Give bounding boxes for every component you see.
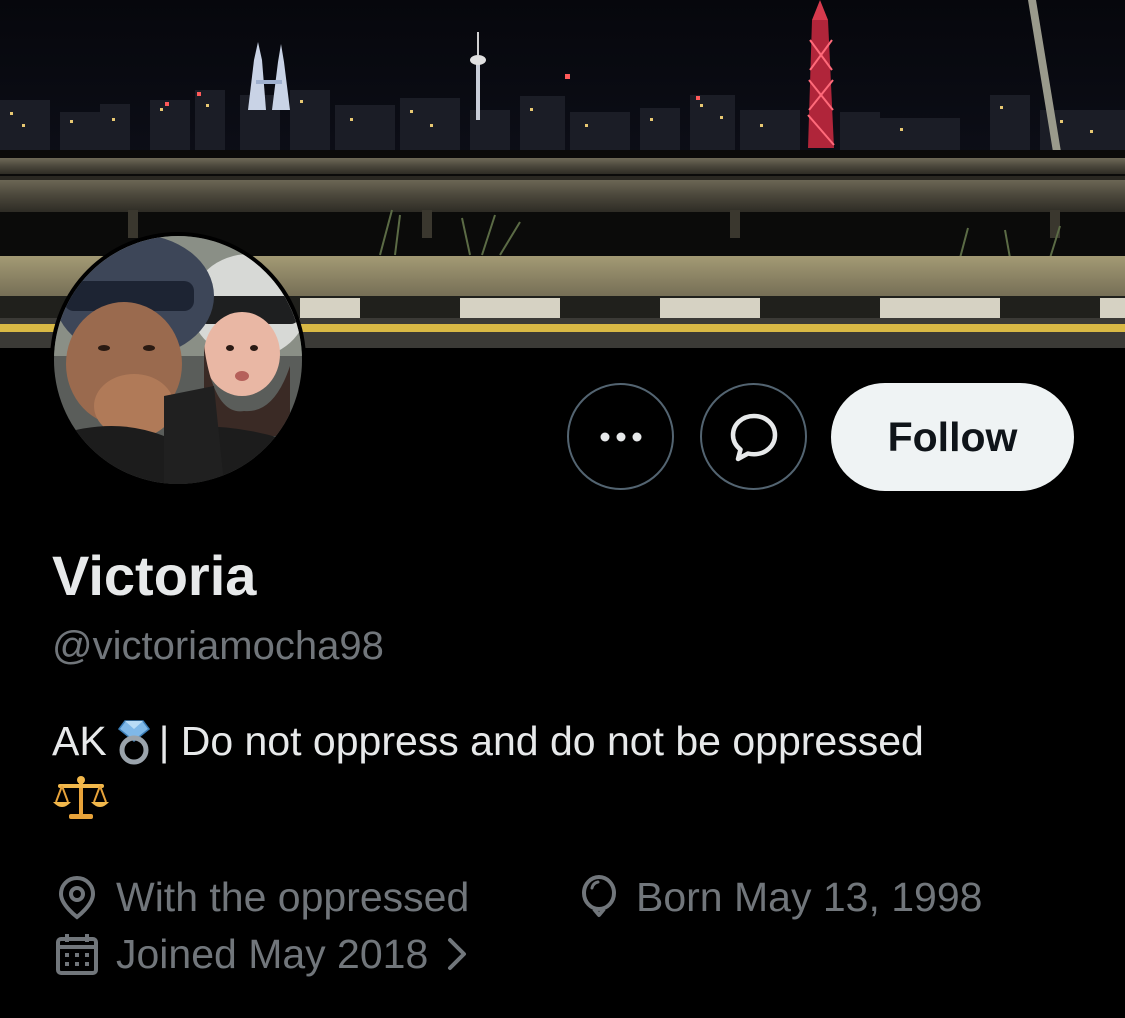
profile-avatar[interactable]: [50, 232, 306, 488]
location-info: With the oppressed: [54, 871, 469, 923]
display-name: Victoria: [52, 544, 257, 607]
joined-text: Joined May 2018: [116, 931, 429, 977]
more-icon: [600, 432, 641, 441]
chevron-right-icon: [448, 938, 467, 970]
follow-button[interactable]: Follow: [831, 383, 1074, 491]
message-icon: [730, 413, 777, 461]
more-options-button[interactable]: [567, 383, 674, 490]
avatar-photo: [54, 236, 302, 484]
joined-date[interactable]: Joined May 2018: [54, 928, 484, 980]
message-button[interactable]: [700, 383, 807, 490]
calendar-icon: [56, 934, 98, 975]
location-text: With the oppressed: [116, 874, 470, 920]
bio-prefix: AK: [52, 718, 107, 764]
user-handle: @victoriamocha98: [52, 624, 384, 668]
bio-text: | Do not oppress and do not be oppressed: [158, 718, 924, 764]
birthday-info: Born May 13, 1998: [578, 871, 982, 923]
ring-emoji: [117, 720, 150, 765]
location-pin-icon: [58, 875, 96, 920]
balloon-icon: [582, 875, 616, 917]
birthday-text: Born May 13, 1998: [636, 874, 983, 920]
balance-scale-emoji: [53, 776, 109, 819]
profile-bio: AK | Do not oppress and do not be oppres…: [52, 712, 1082, 822]
